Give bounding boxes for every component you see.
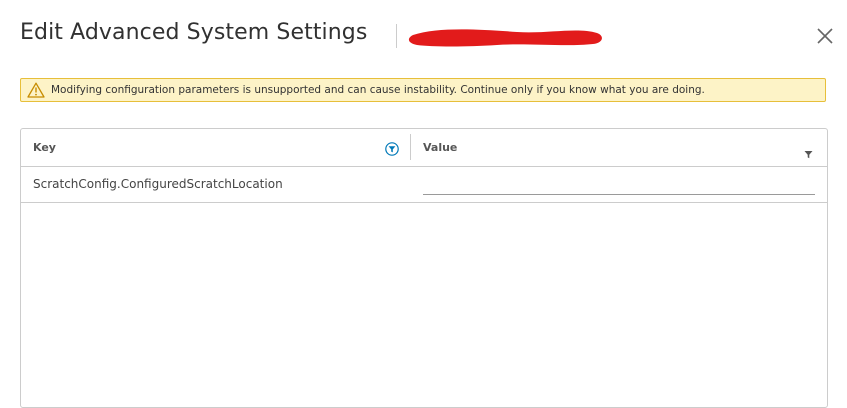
warning-message: Modifying configuration parameters is un…: [51, 84, 705, 96]
close-icon[interactable]: [815, 26, 835, 46]
warning-icon: [27, 82, 45, 98]
dialog-title: Edit Advanced System Settings: [20, 20, 368, 45]
filter-icon[interactable]: [804, 144, 813, 159]
column-separator[interactable]: [410, 134, 411, 160]
warning-alert: Modifying configuration parameters is un…: [20, 78, 826, 102]
dialog-header: Edit Advanced System Settings: [20, 16, 847, 56]
grid-header: Key Value: [21, 129, 827, 167]
setting-value-input[interactable]: [423, 173, 815, 195]
settings-grid: Key Value ScratchConfig.ConfiguredScratc…: [20, 128, 828, 408]
table-row[interactable]: ScratchConfig.ConfiguredScratchLocation: [21, 167, 827, 203]
title-divider: [396, 24, 397, 48]
grid-body: [21, 203, 827, 403]
column-header-value[interactable]: Value: [423, 129, 457, 166]
setting-key: ScratchConfig.ConfiguredScratchLocation: [33, 177, 283, 191]
filter-active-icon[interactable]: [385, 141, 399, 156]
column-header-key[interactable]: Key: [33, 129, 56, 166]
redacted-host-name: [407, 23, 607, 55]
